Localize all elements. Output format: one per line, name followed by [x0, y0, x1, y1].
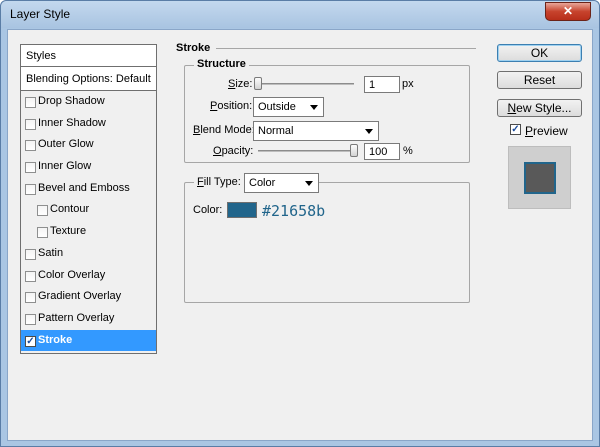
style-checkbox[interactable]: [25, 118, 36, 130]
style-item[interactable]: Texture: [21, 221, 156, 243]
style-item-label: Gradient Overlay: [38, 290, 122, 303]
stroke-title: Stroke: [176, 42, 211, 54]
chevron-down-icon: [365, 129, 373, 134]
style-checkbox[interactable]: [25, 183, 36, 195]
style-item[interactable]: Outer Glow: [21, 134, 156, 156]
style-item-label: Outer Glow: [38, 138, 94, 151]
position-select[interactable]: Outside: [253, 97, 324, 117]
style-checkbox[interactable]: [25, 270, 36, 282]
dialog-body: Styles Blending Options: Default Drop Sh…: [7, 29, 593, 441]
style-item[interactable]: Drop Shadow: [21, 91, 156, 113]
style-item[interactable]: Bevel and Emboss: [21, 178, 156, 200]
opacity-unit: %: [403, 145, 413, 157]
opacity-label: Opacity:: [213, 145, 254, 157]
chevron-down-icon: [310, 105, 318, 110]
stroke-divider: [216, 48, 476, 49]
style-item-label: Bevel and Emboss: [38, 181, 130, 194]
style-checkbox[interactable]: [25, 162, 36, 174]
opacity-slider[interactable]: [258, 144, 358, 157]
style-item-label: Texture: [50, 225, 87, 238]
style-item[interactable]: Contour: [21, 199, 156, 221]
blend-mode-label: Blend Mode:: [193, 124, 255, 136]
style-item[interactable]: Gradient Overlay: [21, 286, 156, 308]
style-checkbox[interactable]: [25, 313, 36, 325]
style-item[interactable]: Inner Glow: [21, 156, 156, 178]
new-style-button[interactable]: New Style...: [497, 99, 582, 117]
reset-button[interactable]: Reset: [497, 71, 582, 89]
layer-style-window: Layer Style ✕ Styles Blending Options: D…: [0, 0, 600, 447]
fill-type-value: Color: [249, 177, 276, 189]
size-slider[interactable]: [254, 77, 354, 90]
blend-mode-select[interactable]: Normal: [253, 121, 379, 141]
style-item-label: Stroke: [38, 333, 73, 346]
style-item-label: Satin: [38, 246, 64, 259]
style-item-label: Inner Glow: [38, 160, 92, 173]
preview-label: Preview: [525, 124, 568, 138]
size-label: Size:: [228, 78, 253, 90]
blend-mode-value: Normal: [258, 125, 294, 137]
style-checkbox[interactable]: [37, 227, 48, 239]
size-unit: px: [402, 78, 414, 90]
title-bar[interactable]: Layer Style ✕: [1, 1, 599, 28]
style-checkbox[interactable]: [37, 205, 48, 217]
ok-button[interactable]: OK: [497, 44, 582, 62]
window-title: Layer Style: [10, 7, 71, 21]
style-item[interactable]: Satin: [21, 243, 156, 265]
styles-list: Styles Blending Options: Default Drop Sh…: [20, 44, 157, 354]
size-slider-thumb[interactable]: [254, 77, 262, 90]
position-value: Outside: [258, 101, 296, 113]
style-item[interactable]: Color Overlay: [21, 265, 156, 287]
preview-thumbnail: [508, 146, 571, 209]
style-item-label: Inner Shadow: [38, 116, 106, 129]
style-item-label: Color Overlay: [38, 268, 106, 281]
style-item-label: Contour: [50, 203, 90, 216]
style-item-label: Drop Shadow: [38, 95, 105, 107]
style-checkbox[interactable]: ✓: [25, 335, 36, 347]
style-item[interactable]: ✓ Stroke: [21, 329, 156, 352]
position-label: Position:: [210, 100, 253, 112]
preview-checkbox[interactable]: ✓: [510, 124, 521, 135]
structure-title: Structure: [194, 58, 249, 70]
style-item[interactable]: Pattern Overlay: [21, 308, 156, 330]
styles-header[interactable]: Styles: [21, 45, 156, 67]
opacity-input[interactable]: 100: [364, 143, 400, 160]
color-swatch[interactable]: [227, 202, 257, 218]
chevron-down-icon: [305, 181, 313, 186]
style-checkbox[interactable]: [25, 292, 36, 304]
close-button[interactable]: ✕: [545, 2, 591, 21]
style-item[interactable]: Inner Shadow: [21, 113, 156, 135]
style-checkbox[interactable]: [25, 97, 36, 108]
preview-square: [524, 162, 556, 194]
blending-options-item[interactable]: Blending Options: Default: [21, 67, 156, 91]
style-checkbox[interactable]: [25, 140, 36, 152]
style-item-label: Pattern Overlay: [38, 311, 115, 324]
fill-type-label: Fill Type:: [194, 176, 244, 188]
fill-group: [184, 182, 470, 303]
color-hex-value: #21658b: [262, 202, 326, 220]
style-checkbox[interactable]: [25, 248, 36, 260]
color-label: Color:: [193, 204, 223, 216]
size-input[interactable]: 1: [364, 76, 400, 93]
opacity-slider-thumb[interactable]: [350, 144, 358, 157]
fill-type-select[interactable]: Color: [244, 173, 319, 193]
